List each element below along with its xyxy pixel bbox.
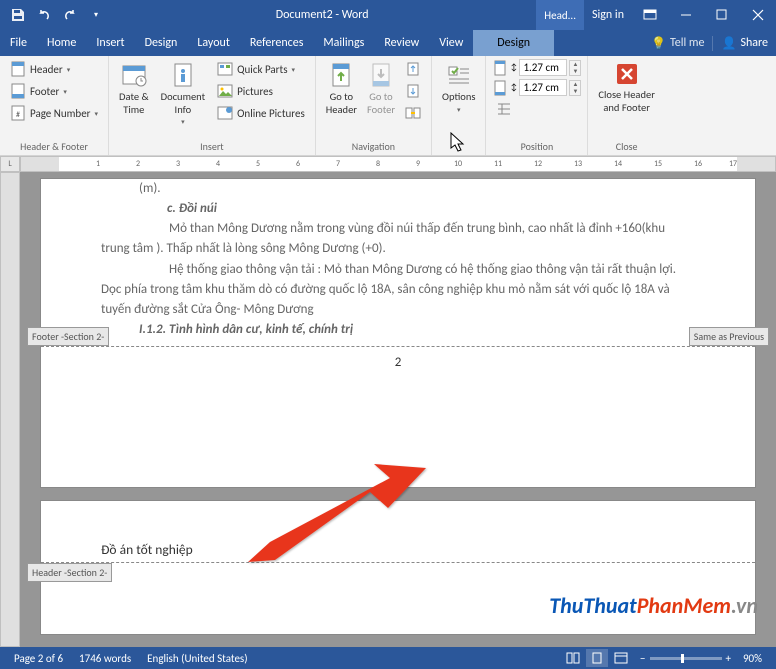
close-x-icon: [611, 61, 643, 87]
zoom-out-button[interactable]: −: [640, 652, 645, 665]
quick-parts-button[interactable]: Quick Parts▾: [213, 59, 309, 79]
tell-me-button[interactable]: 💡Tell me: [643, 36, 712, 51]
group-position: Position: [492, 137, 581, 155]
tab-home[interactable]: Home: [37, 30, 86, 56]
group-header-footer: Header & Footer: [6, 137, 102, 155]
tab-hf-design[interactable]: Design: [473, 30, 554, 56]
svg-text:#: #: [16, 110, 20, 120]
insert-alignment-tab-button[interactable]: [492, 99, 581, 119]
document-info-button[interactable]: Document Info▾: [157, 59, 210, 129]
status-bar: Page 2 of 6 1746 words English (United S…: [0, 647, 776, 669]
group-close: Close: [594, 137, 658, 155]
link-previous-button[interactable]: [401, 103, 425, 123]
online-pictures-button[interactable]: Online Pictures: [213, 103, 309, 123]
horizontal-ruler[interactable]: 1234567891011121314151617: [20, 156, 776, 172]
heading-c: c. Đồi núi: [101, 199, 695, 219]
sign-in-button[interactable]: Sign in: [584, 8, 632, 22]
minimize-button[interactable]: [668, 0, 704, 30]
redo-icon[interactable]: [58, 3, 82, 27]
para-1: Mỏ than Mông Dương nằm trong vùng đồi nú…: [101, 219, 695, 259]
para-2: Hệ thống giao thông vận tải : Mỏ than Mô…: [101, 260, 695, 320]
footer-section-label: Footer -Section 2-: [27, 327, 109, 346]
zoom-level[interactable]: 90%: [735, 652, 770, 665]
group-navigation: Navigation: [322, 137, 425, 155]
zoom-slider[interactable]: [650, 657, 722, 660]
goto-header-button[interactable]: Go to Header: [322, 59, 361, 118]
share-button[interactable]: 👤Share: [712, 36, 776, 51]
tab-layout[interactable]: Layout: [187, 30, 240, 56]
watermark: ThuThuatPhanMem.vn: [549, 592, 758, 619]
tab-design[interactable]: Design: [135, 30, 188, 56]
header-area[interactable]: Đồ án tốt nghiệp Header -Section 2-: [41, 541, 755, 563]
status-words[interactable]: 1746 words: [71, 652, 139, 665]
bulb-icon: 💡: [651, 36, 666, 51]
document-title: Document2 - Word: [276, 8, 369, 22]
header-section-label: Header -Section 2-: [27, 563, 112, 582]
status-language[interactable]: English (United States): [139, 652, 255, 665]
ribbon-display-icon[interactable]: [632, 0, 668, 30]
ruler-corner: L: [0, 156, 20, 172]
header-text: Đồ án tốt nghiệp: [101, 541, 695, 558]
close-header-footer-button[interactable]: Close Header and Footer: [594, 59, 658, 116]
heading-112: I.1.2. Tình hình dân cư, kinh tế, chính …: [101, 320, 695, 340]
close-button[interactable]: [740, 0, 776, 30]
qat-dropdown-icon[interactable]: ▾: [84, 3, 108, 27]
arrow-icon: ↕: [510, 62, 517, 73]
nav-next-button[interactable]: [401, 81, 425, 101]
share-icon: 👤: [721, 36, 736, 51]
arrow-icon: ↕: [510, 82, 517, 93]
goto-footer-button[interactable]: Go to Footer: [363, 59, 399, 118]
footer-bottom-input[interactable]: [519, 79, 567, 96]
page-number-button[interactable]: #Page Number▾: [6, 103, 102, 123]
contextual-tab-label: Head...: [536, 0, 584, 30]
group-insert: Insert: [115, 137, 309, 155]
tab-review[interactable]: Review: [374, 30, 429, 56]
tab-references[interactable]: References: [240, 30, 314, 56]
footer-from-bottom[interactable]: ↕▲▼: [492, 79, 581, 96]
undo-icon[interactable]: [32, 3, 56, 27]
header-top-input[interactable]: [519, 59, 567, 76]
maximize-button[interactable]: [704, 0, 740, 30]
date-time-button[interactable]: Date & Time: [115, 59, 153, 118]
nav-prev-button[interactable]: [401, 59, 425, 79]
title-bar: ▾ Document2 - Word Head... Sign in: [0, 0, 776, 30]
ribbon: Header▾ Footer▾ #Page Number▾ Header & F…: [0, 56, 776, 156]
view-web-icon[interactable]: [610, 649, 632, 667]
ruler-row: L 1234567891011121314151617: [0, 156, 776, 172]
save-icon[interactable]: [6, 3, 30, 27]
tab-view[interactable]: View: [429, 30, 473, 56]
header-from-top[interactable]: ↕▲▼: [492, 59, 581, 76]
document-scroll[interactable]: (m). c. Đồi núi Mỏ than Mông Dương nằm t…: [20, 172, 776, 647]
view-read-icon[interactable]: [562, 649, 584, 667]
options-button[interactable]: Options▾: [438, 59, 479, 116]
vertical-ruler[interactable]: [0, 172, 20, 647]
group-options: [438, 137, 479, 155]
view-print-icon[interactable]: [586, 649, 608, 667]
body-line-m: (m).: [101, 179, 695, 199]
page-number-text: 2: [41, 355, 755, 370]
tab-mailings[interactable]: Mailings: [313, 30, 374, 56]
tab-file[interactable]: File: [0, 30, 37, 56]
footer-button[interactable]: Footer▾: [6, 81, 102, 101]
same-as-previous-label: Same as Previous: [689, 327, 769, 346]
header-button[interactable]: Header▾: [6, 59, 102, 79]
menu-bar: File Home Insert Design Layout Reference…: [0, 30, 776, 56]
pictures-button[interactable]: Pictures: [213, 81, 309, 101]
tab-insert[interactable]: Insert: [86, 30, 134, 56]
footer-area[interactable]: Footer -Section 2- Same as Previous 2: [41, 346, 755, 398]
document-area: (m). c. Đồi núi Mỏ than Mông Dương nằm t…: [0, 172, 776, 647]
zoom-in-button[interactable]: +: [726, 652, 731, 665]
status-page[interactable]: Page 2 of 6: [6, 652, 71, 665]
page-1[interactable]: (m). c. Đồi núi Mỏ than Mông Dương nằm t…: [40, 178, 756, 488]
